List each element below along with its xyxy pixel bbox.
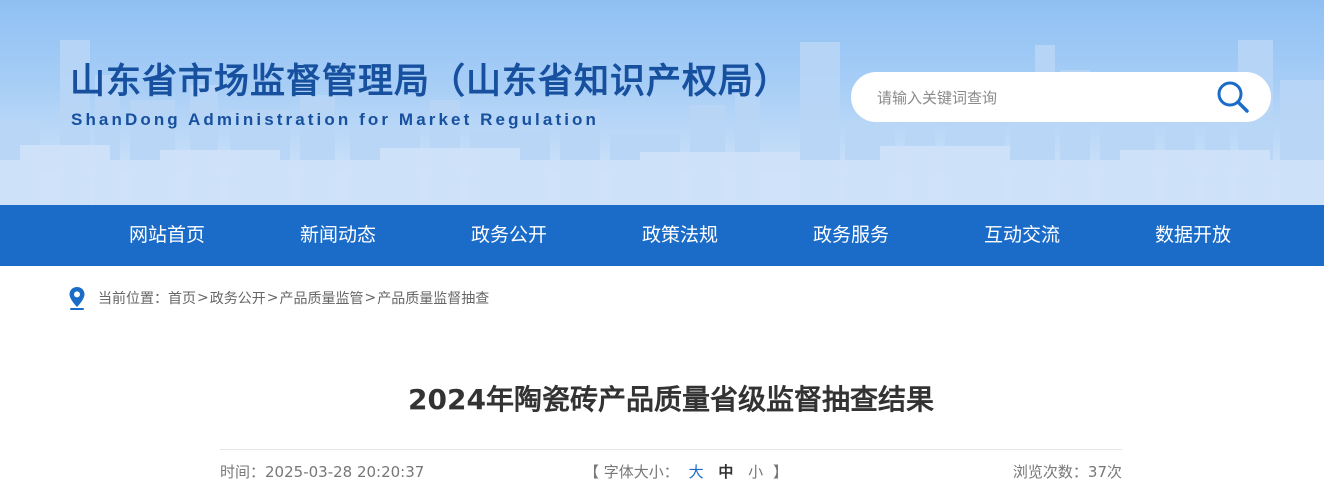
- search-button[interactable]: [1213, 78, 1253, 116]
- font-size-large-button[interactable]: 大: [689, 463, 704, 481]
- article-title: 2024年陶瓷砖产品质量省级监督抽查结果: [408, 383, 934, 416]
- font-size-switcher: 【 字体大小： 大 中 小 】: [584, 461, 788, 482]
- breadcrumb-item-gov-affairs[interactable]: 政务公开: [210, 288, 266, 308]
- breadcrumb-item-home[interactable]: 首页: [168, 288, 196, 308]
- search-box: [851, 72, 1271, 122]
- divider: [220, 449, 1122, 450]
- nav-item-services[interactable]: 政务服务: [771, 205, 931, 266]
- nav-item-interaction[interactable]: 互动交流: [942, 205, 1102, 266]
- main-nav: 网站首页 新闻动态 政务公开 政策法规 政务服务 互动交流 数据开放: [0, 205, 1324, 266]
- publish-time-label: 时间：: [220, 463, 266, 481]
- site-subtitle: ShanDong Administration for Market Regul…: [71, 110, 599, 129]
- nav-item-news[interactable]: 新闻动态: [258, 205, 418, 266]
- nav-item-policies[interactable]: 政策法规: [600, 205, 760, 266]
- publish-time: 时间：2025-03-28 20:20:37: [220, 461, 424, 482]
- font-size-label: 【 字体大小：: [584, 463, 679, 481]
- font-size-small-button[interactable]: 小: [748, 463, 763, 481]
- publish-time-value: 2025-03-28 20:20:37: [265, 463, 425, 481]
- breadcrumb-item-spot-check[interactable]: 产品质量监督抽查: [377, 288, 489, 308]
- font-size-close-bracket: 】: [772, 463, 788, 481]
- breadcrumb-separator: >: [266, 290, 279, 306]
- search-icon: [1217, 81, 1249, 113]
- breadcrumb-separator: >: [364, 290, 377, 306]
- nav-item-home[interactable]: 网站首页: [87, 205, 247, 266]
- font-size-medium-button[interactable]: 中: [718, 463, 733, 481]
- breadcrumb-item-quality-supervision[interactable]: 产品质量监管: [279, 288, 363, 308]
- breadcrumb-prefix: 当前位置：: [98, 291, 168, 307]
- view-count-value: 37次: [1087, 463, 1122, 481]
- search-input[interactable]: [875, 84, 1209, 112]
- breadcrumb: 当前位置： 首页 > 政务公开 > 产品质量监管 > 产品质量监督抽查: [68, 286, 489, 310]
- view-count-label: 浏览次数：: [1012, 463, 1088, 481]
- view-count: 浏览次数：37次: [1013, 461, 1122, 482]
- nav-item-gov-affairs[interactable]: 政务公开: [429, 205, 589, 266]
- nav-item-open-data[interactable]: 数据开放: [1113, 205, 1273, 266]
- header-banner: 山东省市场监督管理局（山东省知识产权局） ShanDong Administra…: [0, 0, 1324, 205]
- location-pin-icon: [69, 287, 85, 310]
- site-title: 山东省市场监督管理局（山东省知识产权局）: [70, 62, 791, 102]
- breadcrumb-separator: >: [197, 290, 209, 306]
